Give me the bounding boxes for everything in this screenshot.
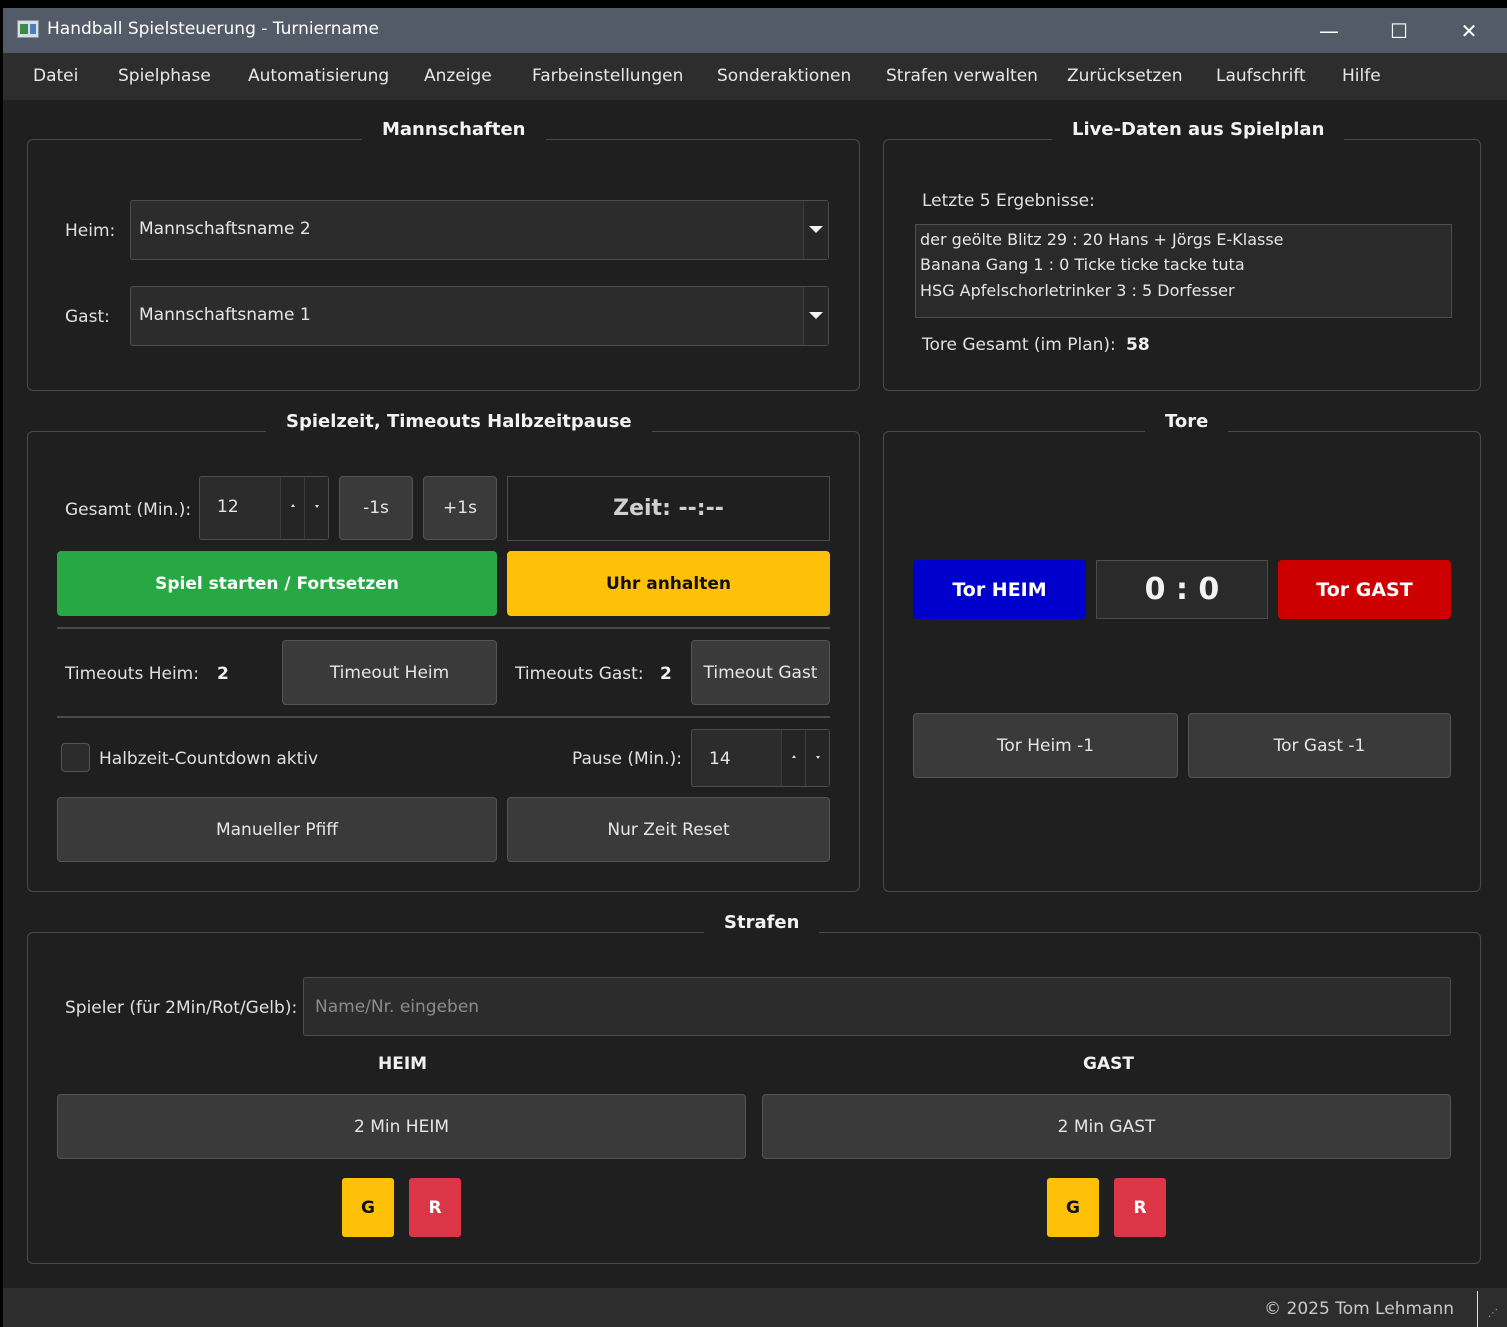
gast-team-select[interactable]: Mannschaftsname 1 [130, 286, 829, 346]
heim-header: HEIM [378, 1054, 428, 1074]
teams-group [27, 139, 860, 391]
menu-farbeinstellungen[interactable]: Farbeinstellungen [532, 66, 683, 86]
resize-grip-icon[interactable]: ⋰ [1488, 1309, 1502, 1324]
goal-heim-minus-button[interactable]: Tor Heim -1 [913, 713, 1178, 778]
goals-group [883, 431, 1481, 892]
list-item: der geölte Blitz 29 : 20 Hans + Jörgs E-… [920, 230, 1284, 249]
gast-header: GAST [1083, 1054, 1134, 1074]
decrement-button[interactable] [304, 477, 328, 539]
menu-datei[interactable]: Datei [33, 66, 78, 86]
time-display: Zeit: --:-- [507, 476, 830, 541]
red-card-gast-button[interactable]: R [1114, 1178, 1166, 1237]
increment-button[interactable] [781, 730, 805, 786]
heim-label: Heim: [65, 221, 116, 241]
yellow-card-heim-button[interactable]: G [342, 1178, 394, 1237]
arrow-up-icon [291, 504, 295, 507]
main-area: Mannschaften Heim: Mannschaftsname 2 Gas… [3, 100, 1507, 1288]
menu-hilfe[interactable]: Hilfe [1342, 66, 1381, 86]
arrow-down-icon [816, 756, 820, 759]
list-item: Banana Gang 1 : 0 Ticke ticke tacke tuta [920, 255, 1245, 274]
total-minutes-value: 12 [217, 497, 239, 517]
pause-minutes-stepper[interactable]: 14 [691, 729, 830, 787]
app-icon [17, 20, 39, 38]
stop-clock-button[interactable]: Uhr anhalten [507, 551, 830, 616]
two-min-gast-button[interactable]: 2 Min GAST [762, 1094, 1451, 1159]
chevron-down-icon [809, 312, 823, 319]
heim-team-value: Mannschaftsname 2 [139, 219, 311, 239]
menu-strafen-verwalten[interactable]: Strafen verwalten [886, 66, 1038, 86]
timeouts-gast-value: 2 [660, 664, 672, 684]
pause-minutes-value: 14 [709, 749, 731, 769]
menu-automatisierung[interactable]: Automatisierung [248, 66, 389, 86]
gast-label: Gast: [65, 307, 110, 327]
timeouts-gast-label: Timeouts Gast: [515, 664, 644, 684]
plus-1s-button[interactable]: +1s [423, 476, 497, 540]
red-card-heim-button[interactable]: R [409, 1178, 461, 1237]
decrement-button[interactable] [805, 730, 829, 786]
timeout-gast-button[interactable]: Timeout Gast [691, 640, 830, 705]
goal-heim-button[interactable]: Tor HEIM [913, 560, 1086, 619]
pause-minutes-label: Pause (Min.): [572, 749, 682, 769]
gast-team-value: Mannschaftsname 1 [139, 305, 311, 325]
total-goals-value: 58 [1126, 335, 1150, 355]
start-game-button[interactable]: Spiel starten / Fortsetzen [57, 551, 497, 616]
player-input[interactable]: Name/Nr. eingeben [303, 977, 1451, 1036]
copyright-text: © 2025 Tom Lehmann [1264, 1299, 1454, 1319]
divider [1477, 1291, 1478, 1327]
menu-bar: Datei Spielphase Automatisierung Anzeige… [3, 53, 1507, 100]
increment-button[interactable] [280, 477, 304, 539]
divider [57, 627, 830, 629]
time-reset-button[interactable]: Nur Zeit Reset [507, 797, 830, 862]
total-minutes-stepper[interactable]: 12 [199, 476, 329, 540]
penalties-group-title: Strafen [704, 912, 820, 933]
window-title: Handball Spielsteuerung - Turniername [47, 19, 379, 39]
player-label: Spieler (für 2Min/Rot/Gelb): [65, 998, 298, 1018]
results-list[interactable]: der geölte Blitz 29 : 20 Hans + Jörgs E-… [915, 224, 1452, 318]
time-group-title: Spielzeit, Timeouts Halbzeitpause [266, 411, 652, 432]
teams-group-title: Mannschaften [362, 119, 546, 140]
menu-sonderaktionen[interactable]: Sonderaktionen [717, 66, 851, 86]
list-item: HSG Apfelschorletrinker 3 : 5 Dorfesser [920, 281, 1235, 300]
status-bar: © 2025 Tom Lehmann ⋰ [3, 1288, 1507, 1327]
yellow-card-gast-button[interactable]: G [1047, 1178, 1099, 1237]
timeout-heim-button[interactable]: Timeout Heim [282, 640, 497, 705]
halftime-countdown-label: Halbzeit-Countdown aktiv [99, 749, 319, 769]
minus-1s-button[interactable]: -1s [339, 476, 413, 540]
manual-whistle-button[interactable]: Manueller Pfiff [57, 797, 497, 862]
chevron-down-icon [809, 226, 823, 233]
two-min-heim-button[interactable]: 2 Min HEIM [57, 1094, 746, 1159]
menu-anzeige[interactable]: Anzeige [424, 66, 492, 86]
goal-gast-button[interactable]: Tor GAST [1278, 560, 1451, 619]
maximize-button[interactable]: ☐ [1364, 8, 1434, 53]
arrow-down-icon [315, 505, 319, 508]
goals-group-title: Tore [1145, 411, 1229, 432]
menu-zuruecksetzen[interactable]: Zurücksetzen [1067, 66, 1183, 86]
close-button[interactable]: ✕ [1434, 8, 1504, 53]
divider [57, 716, 830, 718]
timeouts-heim-label: Timeouts Heim: [65, 664, 199, 684]
halftime-countdown-checkbox[interactable] [61, 743, 90, 772]
menu-spielphase[interactable]: Spielphase [118, 66, 211, 86]
live-data-title: Live-Daten aus Spielplan [1052, 119, 1345, 140]
total-minutes-label: Gesamt (Min.): [65, 500, 192, 520]
arrow-up-icon [792, 755, 796, 758]
timeouts-heim-value: 2 [217, 664, 229, 684]
last-results-label: Letzte 5 Ergebnisse: [922, 191, 1095, 211]
total-goals-label: Tore Gesamt (im Plan): [922, 335, 1116, 355]
minimize-button[interactable]: — [1294, 8, 1364, 53]
score-display: 0 : 0 [1096, 560, 1268, 619]
title-bar: Handball Spielsteuerung - Turniername — … [3, 8, 1507, 53]
heim-team-select[interactable]: Mannschaftsname 2 [130, 200, 829, 260]
menu-laufschrift[interactable]: Laufschrift [1216, 66, 1306, 86]
goal-gast-minus-button[interactable]: Tor Gast -1 [1188, 713, 1451, 778]
